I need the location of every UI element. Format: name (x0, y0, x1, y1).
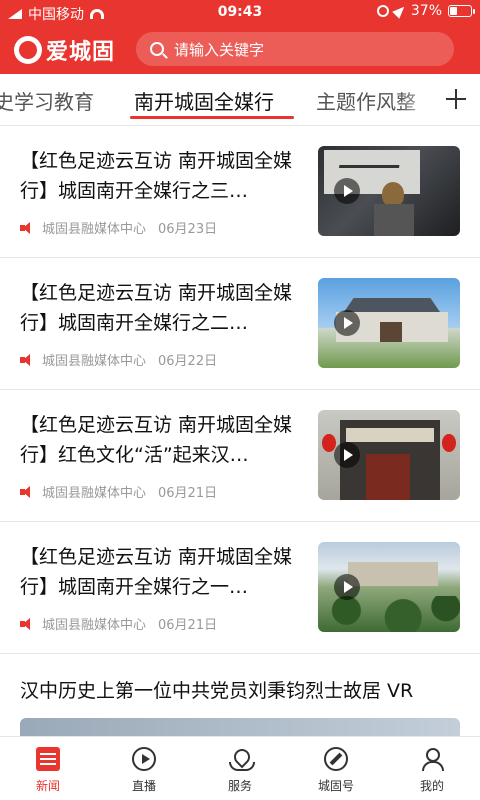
news-title: 【红色足迹云互访 南开城固全媒行】城固南开全媒行之一… (20, 546, 293, 598)
speaker-icon (20, 485, 34, 498)
user-icon (420, 747, 444, 771)
news-meta: 城固县融媒体中心 06月23日 (20, 218, 217, 237)
nav-label: 我的 (419, 779, 444, 793)
nav-label: 新闻 (35, 779, 60, 793)
news-source: 城固县融媒体中心 (42, 486, 147, 501)
speaker-icon (20, 221, 34, 234)
search-icon (150, 42, 164, 56)
search-placeholder: 请输入关键字 (174, 40, 265, 59)
nav-me[interactable]: 我的 (384, 737, 480, 800)
nav-live[interactable]: 直播 (96, 737, 192, 800)
play-icon[interactable] (334, 178, 360, 204)
featured-news-thumbnail (20, 718, 460, 736)
news-meta: 城固县融媒体中心 06月21日 (20, 614, 217, 633)
location-icon (392, 3, 408, 19)
play-circle-icon (132, 747, 156, 771)
app-name: 爱城固 (46, 39, 116, 65)
news-item[interactable]: 【红色足迹云互访 南开城固全媒行】红色文化“活”起来汉… 城固县融媒体中心 06… (0, 390, 480, 522)
news-thumbnail (318, 542, 460, 632)
news-source: 城固县融媒体中心 (42, 222, 147, 237)
nav-label: 服务 (227, 779, 252, 793)
news-date: 06月21日 (158, 618, 218, 633)
news-source: 城固县融媒体中心 (42, 354, 147, 369)
news-date: 06月22日 (158, 354, 218, 369)
nav-service[interactable]: 服务 (192, 737, 288, 800)
news-title: 【红色足迹云互访 南开城固全媒行】城固南开全媒行之三… (20, 150, 293, 202)
news-item[interactable]: 【红色足迹云互访 南开城固全媒行】城固南开全媒行之三… 城固县融媒体中心 06月… (0, 126, 480, 258)
news-item[interactable]: 【红色足迹云互访 南开城固全媒行】城固南开全媒行之二… 城固县融媒体中心 06月… (0, 258, 480, 390)
play-icon[interactable] (334, 442, 360, 468)
news-date: 06月23日 (158, 222, 218, 237)
featured-news-item[interactable]: 汉中历史上第一位中共党员刘秉钧烈士故居 VR (0, 656, 480, 736)
app-logo[interactable]: 爱城固 (14, 34, 115, 66)
nav-news[interactable]: 新闻 (0, 737, 96, 800)
lock-rotation-icon (376, 5, 389, 17)
news-source: 城固县融媒体中心 (42, 618, 147, 633)
nav-chenggu-hao[interactable]: 城固号 (288, 737, 384, 800)
tabs-fade (400, 74, 440, 124)
battery-icon (448, 5, 475, 17)
speaker-icon (20, 617, 34, 630)
play-icon[interactable] (334, 310, 360, 336)
active-tab-indicator (130, 116, 294, 119)
service-icon (228, 747, 255, 771)
nav-label: 直播 (131, 779, 156, 793)
news-thumbnail (318, 410, 460, 500)
news-title: 【红色足迹云互访 南开城固全媒行】红色文化“活”起来汉… (20, 414, 293, 466)
featured-news-title: 汉中历史上第一位中共党员刘秉钧烈士故居 VR (20, 680, 414, 702)
news-meta: 城固县融媒体中心 06月21日 (20, 482, 217, 501)
status-bar: 中国移动 09:43 37% (0, 0, 480, 24)
tab-nankai-chenggu[interactable]: 南开城固全媒行 (134, 86, 274, 115)
battery-percent: 37% (410, 3, 442, 19)
news-item[interactable]: 【红色足迹云互访 南开城固全媒行】城固南开全媒行之一… 城固县融媒体中心 06月… (0, 522, 480, 654)
tab-history-education[interactable]: 史学习教育 (0, 86, 94, 115)
news-thumbnail (318, 146, 460, 236)
compass-icon (324, 747, 348, 771)
news-thumbnail (318, 278, 460, 368)
logo-emblem-icon (14, 36, 42, 64)
app-header: 爱城固 请输入关键字 (0, 24, 480, 74)
nav-label: 城固号 (317, 779, 354, 793)
news-icon (36, 747, 60, 771)
add-channel-icon[interactable] (444, 87, 468, 111)
search-input[interactable]: 请输入关键字 (136, 32, 454, 66)
play-icon[interactable] (334, 574, 360, 600)
news-date: 06月21日 (158, 486, 218, 501)
speaker-icon (20, 353, 34, 366)
bottom-nav: 新闻 直播 服务 城固号 我的 (0, 736, 480, 800)
news-title: 【红色足迹云互访 南开城固全媒行】城固南开全媒行之二… (20, 282, 293, 334)
news-meta: 城固县融媒体中心 06月22日 (20, 350, 217, 369)
channel-tabs: 史学习教育 南开城固全媒行 主题作风整 (0, 74, 480, 126)
